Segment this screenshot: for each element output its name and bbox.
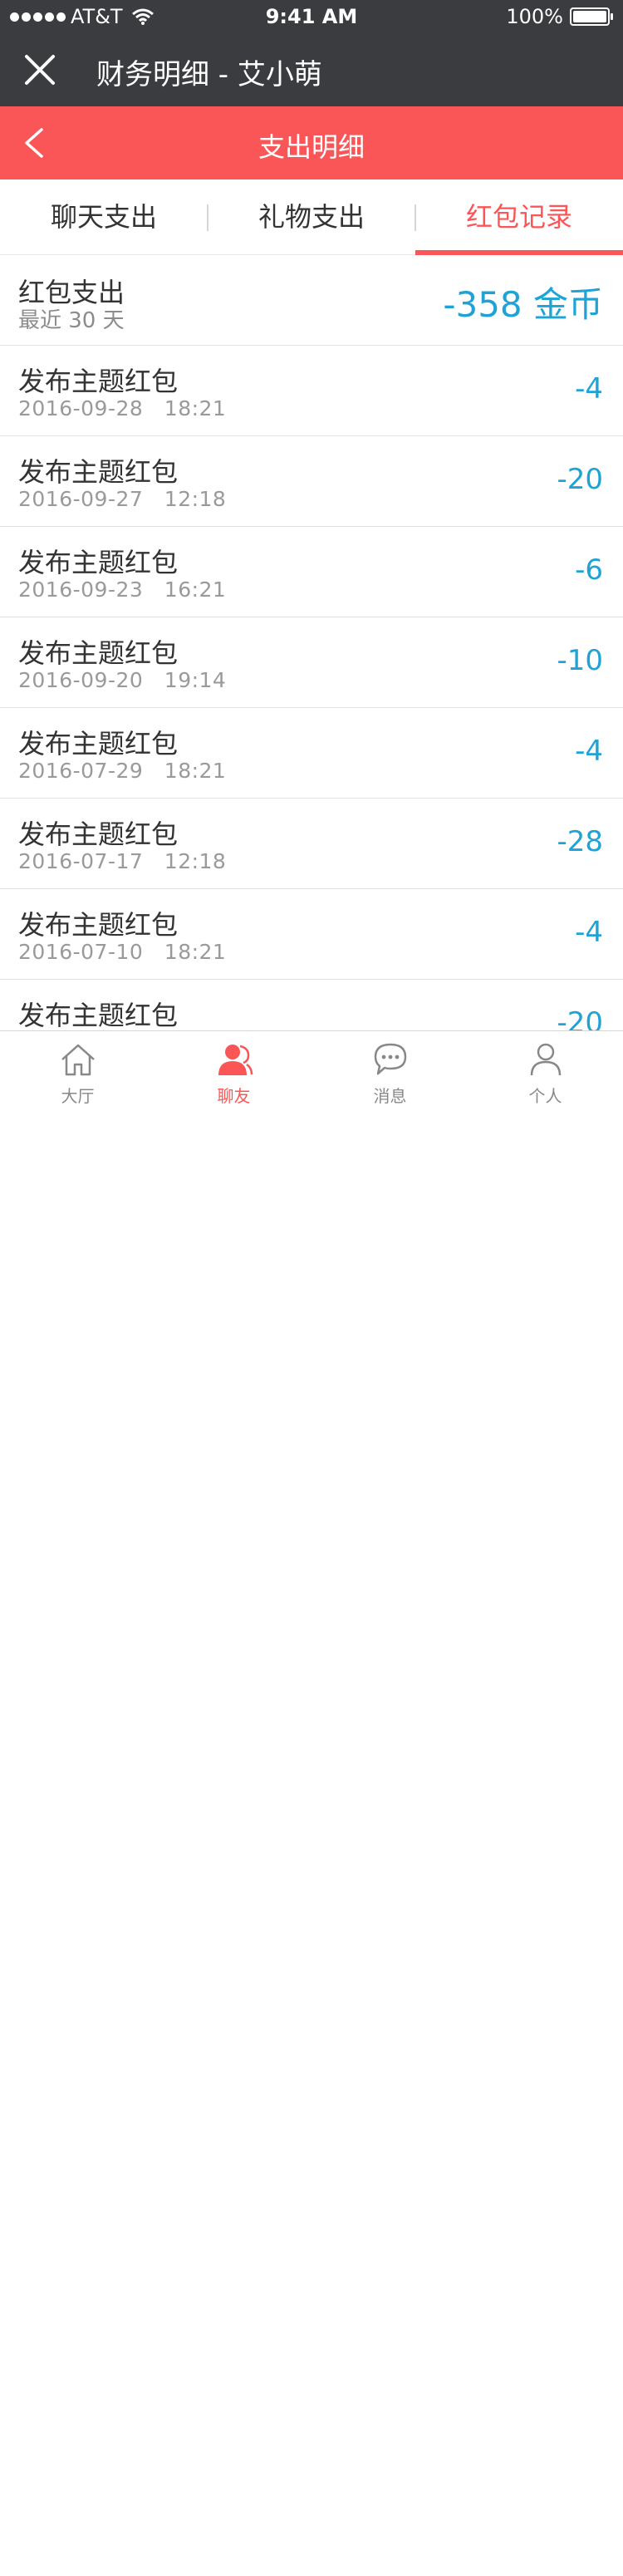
record-value: -4 <box>575 916 603 949</box>
message-icon <box>374 1043 407 1075</box>
window-title-bar: 财务明细 - 艾小萌 <box>0 33 623 106</box>
tab-red-packet-records[interactable]: 红包记录 <box>415 179 623 255</box>
list-item[interactable]: 发布主题红包 2016-09-23 16:21 -6 <box>0 527 623 617</box>
tabbar-label: 消息 <box>373 1086 407 1106</box>
window-title: 财务明细 - 艾小萌 <box>96 58 322 91</box>
summary-period: 最近 30 天 <box>18 308 125 333</box>
summary-row: 红包支出 最近 30 天 -358 金币 <box>0 255 623 346</box>
person-icon <box>530 1043 562 1076</box>
record-timestamp: 2016-09-23 16:21 <box>18 578 227 602</box>
record-timestamp: 2016-09-27 12:18 <box>18 487 227 511</box>
record-value: -4 <box>575 735 603 768</box>
record-value: -6 <box>575 553 603 587</box>
list-item[interactable]: 发布主题红包 2016-09-28 18:21 -4 <box>0 346 623 436</box>
status-bar: AT&T 9:41 AM 100% <box>0 0 623 33</box>
list-item[interactable]: 发布主题红包 2016-07-17 12:18 -28 <box>0 799 623 889</box>
list-item[interactable]: 发布主题红包 2016-07-10 18:21 -4 <box>0 889 623 980</box>
tabbar-label: 大厅 <box>61 1086 95 1106</box>
page-title: 支出明细 <box>258 131 365 163</box>
tabbar-label: 聊友 <box>217 1086 251 1106</box>
record-timestamp: 2016-09-28 18:21 <box>18 396 227 420</box>
record-timestamp: 2016-09-20 19:14 <box>18 668 227 692</box>
list-item[interactable]: 发布主题红包 2016-09-27 12:18 -20 <box>0 436 623 527</box>
close-icon[interactable] <box>23 53 56 86</box>
summary-amount: -358 金币 <box>443 284 603 325</box>
tabbar-item-messages[interactable]: 消息 <box>312 1031 468 1113</box>
list-item[interactable]: 发布主题红包 2016-07-29 18:21 -4 <box>0 708 623 799</box>
record-timestamp: 2016-07-29 18:21 <box>18 759 227 783</box>
record-value: -20 <box>557 1006 603 1030</box>
record-value: -20 <box>557 463 603 496</box>
tab-chat-expense[interactable]: 聊天支出 <box>0 179 208 254</box>
record-timestamp: 2016-07-17 12:18 <box>18 849 227 873</box>
battery-status: 100% <box>506 5 613 28</box>
record-value: -28 <box>557 825 603 858</box>
page-header: 支出明细 <box>0 106 623 179</box>
tabbar-item-friends[interactable]: 聊友 <box>156 1031 312 1113</box>
battery-fill <box>573 11 606 22</box>
tabbar-label: 个人 <box>528 1086 562 1106</box>
battery-icon <box>570 7 613 26</box>
list-item[interactable]: 发布主题红包 2016-09-20 19:14 -10 <box>0 617 623 708</box>
bottom-tab-bar: 大厅 聊友 消息 个人 <box>0 1030 623 1113</box>
tab-gift-expense[interactable]: 礼物支出 <box>208 179 415 254</box>
record-timestamp: 2016-07-10 18:21 <box>18 940 227 964</box>
tabbar-item-profile[interactable]: 个人 <box>468 1031 623 1113</box>
battery-percent: 100% <box>506 5 563 28</box>
tabbar-item-hall[interactable]: 大厅 <box>0 1031 155 1113</box>
segment-tabs: 聊天支出 礼物支出 红包记录 <box>0 179 623 255</box>
record-value: -10 <box>557 644 603 677</box>
records-list[interactable]: 发布主题红包 2016-09-28 18:21 -4 发布主题红包 2016-0… <box>0 346 623 1030</box>
record-value: -4 <box>575 372 603 406</box>
home-icon <box>61 1044 95 1076</box>
list-item[interactable]: 发布主题红包 -20 <box>0 980 623 1030</box>
record-name: 发布主题红包 <box>18 1000 179 1030</box>
friends-icon <box>218 1045 253 1075</box>
